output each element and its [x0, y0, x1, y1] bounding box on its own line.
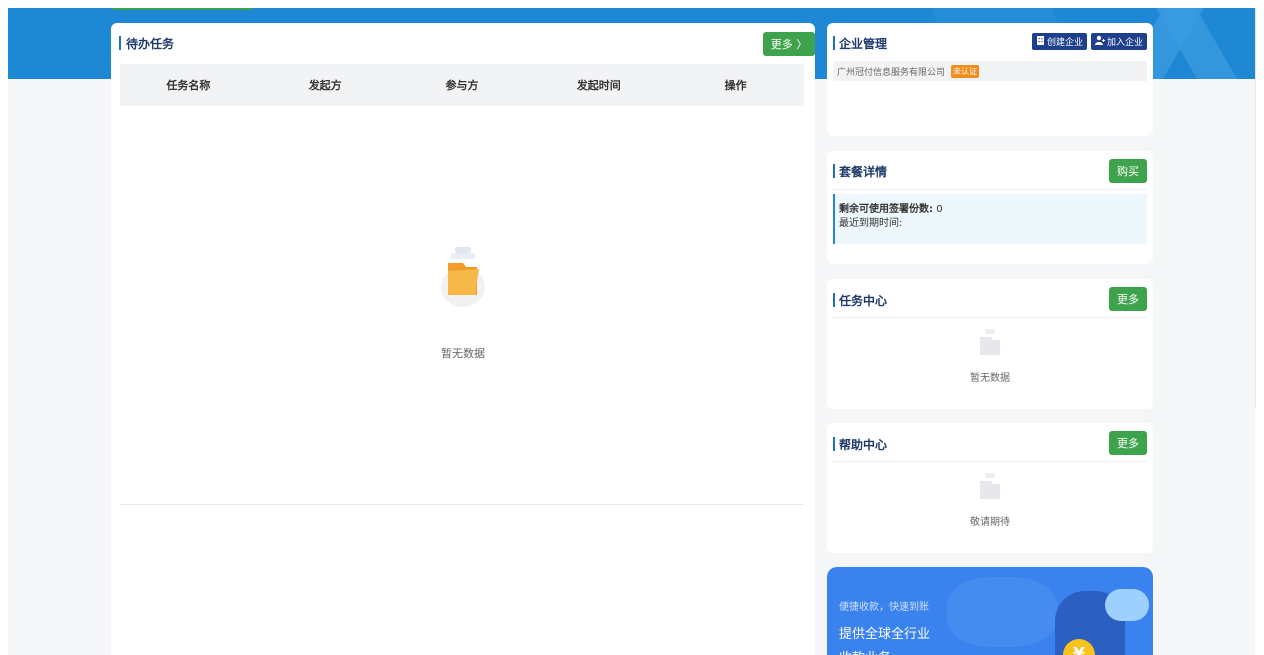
scrollbar[interactable]: [1255, 8, 1264, 408]
column-task-name: 任务名称: [166, 79, 211, 92]
user-add-icon: [1094, 35, 1105, 48]
buy-button[interactable]: 购买: [1109, 159, 1147, 183]
column-initiator: 发起方: [308, 79, 342, 92]
enterprise-card-title: 企业管理: [839, 37, 888, 51]
company-row[interactable]: 广州冠付信息服务有限公司 未认证: [833, 61, 1147, 81]
task-center-card: 任务中心 更多 暂无数据: [827, 279, 1153, 409]
help-center-card: 帮助中心 更多 敬请期待: [827, 423, 1153, 553]
top-tab-indicator[interactable]: [111, 8, 254, 10]
promo-title: 提供全球全行业: [839, 627, 931, 642]
folder-empty-icon: [439, 245, 487, 307]
cloud-icon: [1105, 589, 1149, 621]
remaining-value: 0: [936, 204, 943, 215]
todo-table-header: 任务名称 发起方 参与方 发起时间 操作: [120, 64, 804, 106]
task-center-empty-text: 暂无数据: [970, 373, 1010, 384]
help-center-empty-text: 敬请期待: [970, 517, 1010, 528]
status-badge: 未认证: [951, 64, 980, 78]
empty-box-icon: [977, 327, 1003, 357]
create-enterprise-button[interactable]: 创建企业: [1031, 33, 1087, 50]
promo-subtitle: 便捷收款，快速到账: [839, 602, 929, 613]
package-card-title: 套餐详情: [839, 165, 888, 179]
todo-more-button[interactable]: 更多 〉: [763, 32, 815, 56]
todo-empty-state: 暂无数据: [111, 245, 815, 361]
package-card: 套餐详情 购买 剩余可使用签署份数: 0 最近到期时间:: [827, 151, 1153, 264]
task-center-title: 任务中心: [839, 294, 888, 308]
help-center-empty-state: 敬请期待: [827, 471, 1153, 528]
join-enterprise-button[interactable]: 加入企业: [1090, 33, 1147, 50]
help-center-more-button[interactable]: 更多: [1109, 431, 1147, 455]
promo-title-line2: 收款业务: [839, 647, 891, 655]
expire-label: 最近到期时间:: [839, 218, 903, 229]
promo-banner[interactable]: ¥ 便捷收款，快速到账 提供全球全行业 收款业务: [827, 567, 1153, 655]
todo-empty-text: 暂无数据: [441, 347, 485, 360]
todo-card-header: 待办任务 更多 〉: [111, 23, 815, 63]
remaining-label: 剩余可使用签署份数:: [839, 204, 933, 215]
world-map-graphic: [947, 577, 1057, 647]
column-actions: 操作: [724, 79, 747, 92]
todo-card-title: 待办任务: [126, 37, 175, 51]
column-participant: 参与方: [445, 79, 479, 92]
enterprise-card: 企业管理 创建企业 加入企业 广州冠付信息服务有限公司 未认证: [827, 23, 1153, 136]
help-center-title: 帮助中心: [839, 438, 888, 452]
divider: [120, 504, 804, 505]
company-name: 广州冠付信息服务有限公司: [837, 67, 946, 78]
task-center-empty-state: 暂无数据: [827, 327, 1153, 384]
empty-box-icon: [977, 471, 1003, 501]
page-background: 待办任务 更多 〉 任务名称 发起方 参与方 发起时间 操作 暂无数据 企业管理…: [8, 8, 1255, 655]
todo-tasks-card: 待办任务 更多 〉 任务名称 发起方 参与方 发起时间 操作 暂无数据: [111, 23, 815, 655]
column-start-time: 发起时间: [576, 79, 621, 92]
task-center-more-button[interactable]: 更多: [1109, 287, 1147, 311]
building-icon: [1036, 35, 1045, 48]
package-info: 剩余可使用签署份数: 0 最近到期时间:: [833, 194, 1147, 244]
